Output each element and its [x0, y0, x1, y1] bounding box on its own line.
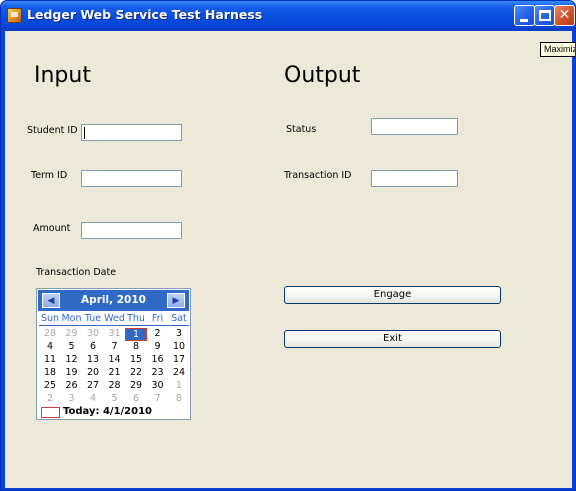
amount-input[interactable] — [81, 222, 182, 239]
calendar-dow-label: Wed — [104, 313, 125, 324]
calendar-day[interactable]: 26 — [61, 380, 83, 391]
calendar-day[interactable]: 17 — [168, 354, 190, 365]
calendar-day[interactable]: 5 — [104, 393, 126, 404]
calendar-day[interactable]: 18 — [39, 367, 61, 378]
transaction-id-output-field[interactable] — [371, 170, 458, 187]
calendar-day[interactable]: 27 — [82, 380, 104, 391]
calendar-day[interactable]: 29 — [125, 380, 147, 391]
calendar-day[interactable]: 1 — [168, 380, 190, 391]
title-bar[interactable]: Ledger Web Service Test Harness ✕ — [1, 1, 575, 31]
transaction-date-label: Transaction Date — [36, 267, 117, 278]
calendar-day[interactable]: 2 — [147, 328, 169, 339]
transaction-id-label: Transaction ID — [284, 170, 352, 181]
minimize-icon — [520, 19, 528, 22]
calendar-day[interactable]: 24 — [168, 367, 190, 378]
calendar-day-of-week-row: Sun Mon Tue Wed Thu Fri Sat — [39, 313, 189, 326]
calendar-prev-month-button[interactable]: ◀ — [42, 293, 60, 308]
transaction-date-calendar[interactable]: ◀ April, 2010 ▶ Sun Mon Tue Wed Thu Fri Sat 28… — [36, 288, 191, 420]
calendar-day[interactable]: 10 — [168, 341, 190, 352]
calendar-day[interactable]: 7 — [147, 393, 169, 404]
calendar-day[interactable]: 22 — [125, 367, 147, 378]
calendar-day[interactable]: 28 — [39, 328, 61, 339]
calendar-dow-label: Thu — [127, 313, 145, 324]
calendar-day[interactable]: 12 — [61, 354, 83, 365]
calendar-week-row: 18 19 20 21 22 23 24 — [39, 367, 189, 380]
amount-label: Amount — [33, 223, 71, 234]
calendar-day[interactable]: 6 — [82, 341, 104, 352]
calendar-dow-label: Sat — [171, 313, 187, 324]
calendar-day[interactable]: 15 — [125, 354, 147, 365]
calendar-week-row: 11 12 13 14 15 16 17 — [39, 354, 189, 367]
calendar-dow-label: Tue — [84, 313, 102, 324]
calendar-day[interactable]: 8 — [125, 341, 147, 352]
exit-button[interactable]: Exit — [284, 330, 501, 348]
calendar-day[interactable]: 31 — [104, 328, 126, 339]
calendar-today-label: Today: 4/1/2010 — [63, 406, 153, 417]
app-window: Ledger Web Service Test Harness ✕ Input … — [0, 0, 576, 491]
term-id-input[interactable] — [81, 170, 182, 187]
chevron-left-icon: ◀ — [47, 295, 55, 305]
close-icon: ✕ — [558, 7, 571, 23]
maximize-tooltip: Maximize — [540, 42, 575, 57]
calendar-day[interactable]: 29 — [61, 328, 83, 339]
status-label: Status — [286, 124, 317, 135]
calendar-dow-label: Fri — [151, 313, 164, 324]
window-title: Ledger Web Service Test Harness — [27, 7, 263, 22]
calendar-week-row: 4 5 6 7 8 9 10 — [39, 341, 189, 354]
calendar-day[interactable]: 16 — [147, 354, 169, 365]
calendar-day[interactable]: 20 — [82, 367, 104, 378]
calendar-day-selected[interactable]: 1 — [125, 328, 147, 341]
status-output-field[interactable] — [371, 118, 458, 135]
input-heading: Input — [34, 63, 91, 88]
engage-button[interactable]: Engage — [284, 286, 501, 304]
app-icon[interactable] — [7, 8, 22, 23]
calendar-next-month-button[interactable]: ▶ — [167, 293, 185, 308]
calendar-day[interactable]: 3 — [168, 328, 190, 339]
calendar-day[interactable]: 28 — [104, 380, 126, 391]
calendar-day[interactable]: 4 — [39, 341, 61, 352]
calendar-day[interactable]: 21 — [104, 367, 126, 378]
output-heading: Output — [284, 63, 361, 88]
calendar-week-row: 25 26 27 28 29 30 1 — [39, 380, 189, 393]
calendar-week-row: 2345678 — [39, 393, 189, 406]
calendar-day[interactable]: 25 — [39, 380, 61, 391]
student-id-input[interactable] — [81, 124, 182, 141]
calendar-day[interactable]: 8 — [168, 393, 190, 404]
calendar-day[interactable]: 2 — [39, 393, 61, 404]
calendar-day[interactable]: 9 — [147, 341, 169, 352]
maximize-button[interactable] — [534, 5, 555, 26]
minimize-button[interactable] — [514, 5, 535, 26]
term-id-label: Term ID — [31, 170, 68, 181]
calendar-header: ◀ April, 2010 ▶ — [38, 290, 189, 311]
calendar-day[interactable]: 5 — [61, 341, 83, 352]
calendar-today-link[interactable]: Today: 4/1/2010 — [40, 406, 190, 419]
calendar-dow-label: Mon — [61, 313, 82, 324]
calendar-day[interactable]: 3 — [61, 393, 83, 404]
calendar-month-label[interactable]: April, 2010 — [60, 294, 167, 306]
calendar-day[interactable]: 30 — [147, 380, 169, 391]
calendar-day[interactable]: 23 — [147, 367, 169, 378]
calendar-day[interactable]: 13 — [82, 354, 104, 365]
calendar-day[interactable]: 19 — [61, 367, 83, 378]
calendar-dow-label: Sun — [40, 313, 60, 324]
calendar-day[interactable]: 14 — [104, 354, 126, 365]
calendar-week-row: 28 29 30 31 1 2 3 — [39, 328, 189, 341]
calendar-day[interactable]: 6 — [125, 393, 147, 404]
student-id-label: Student ID — [27, 125, 78, 136]
calendar-day[interactable]: 7 — [104, 341, 126, 352]
calendar-day[interactable]: 11 — [39, 354, 61, 365]
calendar-day[interactable]: 30 — [82, 328, 104, 339]
maximize-icon — [539, 10, 551, 21]
close-button[interactable]: ✕ — [554, 5, 575, 26]
calendar-day[interactable]: 4 — [82, 393, 104, 404]
text-caret — [84, 127, 85, 139]
today-marker-icon — [41, 407, 60, 418]
chevron-right-icon: ▶ — [172, 295, 180, 305]
